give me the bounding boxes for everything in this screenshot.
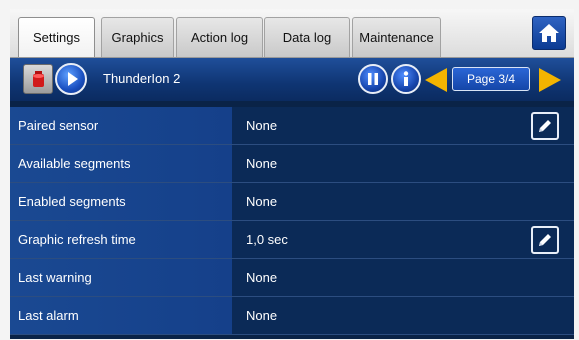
setting-row-last-warning: Last warning None — [10, 259, 574, 297]
tab-bar: Settings Graphics Action log Data log Ma… — [10, 9, 574, 58]
info-icon[interactable] — [391, 64, 421, 94]
device-header: ThunderIon 2 Page 3/4 — [10, 58, 574, 101]
setting-row-last-alarm: Last alarm None — [10, 297, 574, 335]
app-frame: Settings Graphics Action log Data log Ma… — [10, 9, 574, 339]
tab-maintenance[interactable]: Maintenance — [352, 17, 441, 57]
tab-data-log[interactable]: Data log — [264, 17, 350, 57]
pencil-icon — [539, 234, 551, 246]
setting-value: None — [246, 270, 278, 285]
device-name: ThunderIon 2 — [103, 71, 181, 86]
edit-button[interactable] — [531, 112, 559, 140]
page-indicator: Page 3/4 — [452, 67, 530, 91]
setting-value: None — [246, 194, 278, 209]
stop-icon[interactable] — [23, 64, 53, 94]
setting-value: None — [246, 308, 278, 323]
home-button[interactable] — [532, 16, 566, 50]
setting-value: None — [246, 118, 278, 133]
edit-button[interactable] — [531, 226, 559, 254]
setting-label: Available segments — [10, 145, 232, 182]
setting-label: Last alarm — [10, 297, 232, 334]
home-icon — [539, 24, 559, 42]
setting-label: Graphic refresh time — [10, 221, 232, 258]
next-page-arrow[interactable] — [539, 68, 561, 92]
setting-row-enabled-segments: Enabled segments None — [10, 183, 574, 221]
tab-action-log[interactable]: Action log — [176, 17, 263, 57]
setting-row-available-segments: Available segments None — [10, 145, 574, 183]
setting-row-paired-sensor: Paired sensor None — [10, 107, 574, 145]
tab-graphics[interactable]: Graphics — [101, 17, 174, 57]
pause-icon[interactable] — [358, 64, 388, 94]
settings-list: Paired sensor None Available segments No… — [10, 107, 574, 335]
setting-label: Enabled segments — [10, 183, 232, 220]
setting-row-graphic-refresh-time: Graphic refresh time 1,0 sec — [10, 221, 574, 259]
previous-page-arrow[interactable] — [425, 68, 447, 92]
setting-value: None — [246, 156, 278, 171]
play-icon[interactable] — [55, 63, 87, 95]
tab-settings[interactable]: Settings — [18, 17, 95, 57]
setting-label: Paired sensor — [10, 107, 232, 144]
setting-label: Last warning — [10, 259, 232, 296]
pencil-icon — [539, 120, 551, 132]
setting-value: 1,0 sec — [246, 232, 288, 247]
